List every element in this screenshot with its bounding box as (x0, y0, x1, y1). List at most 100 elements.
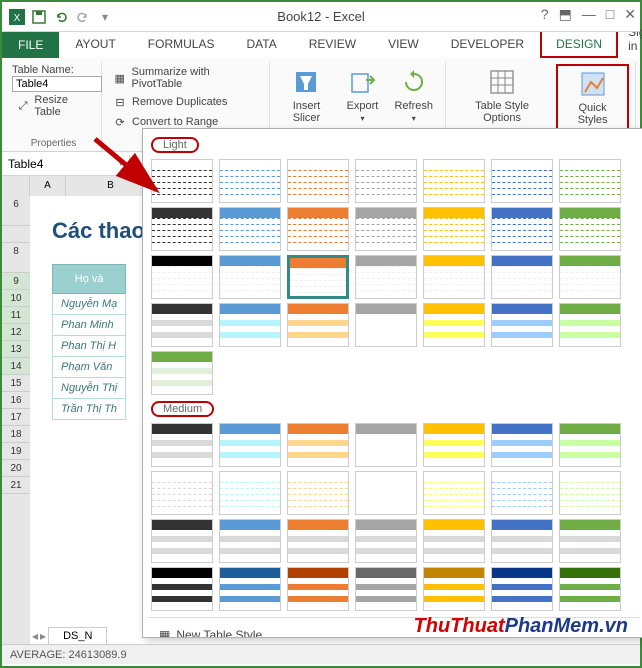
redo-icon[interactable] (74, 8, 92, 26)
style-swatch[interactable] (559, 159, 621, 203)
minimize-icon[interactable]: — (582, 6, 596, 23)
table-cell[interactable]: Phan Thị H (53, 336, 126, 357)
tab-layout[interactable]: AYOUT (59, 30, 131, 58)
maximize-icon[interactable]: □ (606, 6, 614, 23)
style-swatch[interactable] (491, 471, 553, 515)
style-swatch[interactable] (559, 423, 621, 467)
row-header[interactable]: 10 (2, 290, 30, 307)
tab-data[interactable]: DATA (230, 30, 292, 58)
style-swatch[interactable] (287, 423, 349, 467)
style-swatch[interactable] (423, 471, 485, 515)
tab-developer[interactable]: DEVELOPER (435, 30, 540, 58)
style-swatch[interactable] (355, 207, 417, 251)
row-header[interactable]: 8 (2, 243, 30, 273)
style-swatch[interactable] (219, 423, 281, 467)
style-swatch[interactable] (151, 159, 213, 203)
style-swatch[interactable] (491, 303, 553, 347)
summarize-pivot-button[interactable]: ▦ Summarize with PivotTable (108, 64, 263, 92)
style-swatch[interactable] (491, 519, 553, 563)
table-cell[interactable]: Nguyễn Mạ (53, 294, 126, 315)
style-swatch[interactable] (287, 255, 349, 299)
undo-icon[interactable] (52, 8, 70, 26)
style-swatch[interactable] (151, 423, 213, 467)
style-swatch[interactable] (219, 303, 281, 347)
col-a[interactable]: A (30, 176, 66, 196)
style-swatch[interactable] (423, 519, 485, 563)
style-swatch[interactable] (559, 471, 621, 515)
style-swatch[interactable] (219, 471, 281, 515)
tab-view[interactable]: VIEW (372, 30, 435, 58)
style-swatch[interactable] (151, 567, 213, 611)
help-icon[interactable]: ? (541, 6, 549, 23)
ribbon-options-icon[interactable]: ⬒ (559, 6, 572, 23)
tab-file[interactable]: FILE (2, 32, 59, 58)
table-cell[interactable]: Phạm Văn (53, 357, 126, 378)
row-header[interactable]: 20 (2, 460, 30, 477)
style-swatch[interactable] (423, 423, 485, 467)
style-swatch[interactable] (287, 159, 349, 203)
style-swatch[interactable] (491, 207, 553, 251)
row-header[interactable]: 11 (2, 307, 30, 324)
close-icon[interactable]: ✕ (624, 6, 636, 23)
style-swatch[interactable] (355, 303, 417, 347)
style-swatch[interactable] (287, 519, 349, 563)
row-header[interactable]: 13 (2, 341, 30, 358)
style-swatch[interactable] (491, 567, 553, 611)
chevron-down-icon[interactable]: ▾ (118, 158, 123, 169)
style-swatch[interactable] (151, 303, 213, 347)
row-header[interactable]: 14 (2, 358, 30, 375)
refresh-button[interactable]: Refresh ▾ (388, 64, 439, 125)
style-swatch[interactable] (491, 255, 553, 299)
style-swatch[interactable] (559, 207, 621, 251)
resize-table-button[interactable]: ⤢ Resize Table (12, 92, 95, 120)
style-swatch[interactable] (151, 255, 213, 299)
style-swatch[interactable] (559, 255, 621, 299)
row-header[interactable]: 15 (2, 375, 30, 392)
style-swatch[interactable] (355, 423, 417, 467)
select-all-corner[interactable] (2, 176, 30, 196)
tab-design[interactable]: DESIGN (540, 30, 618, 58)
row-header[interactable]: 18 (2, 426, 30, 443)
style-swatch[interactable] (423, 255, 485, 299)
table-cell[interactable]: Trần Thị Th (53, 399, 126, 420)
style-swatch[interactable] (559, 303, 621, 347)
row-header[interactable]: 9 (2, 273, 30, 290)
tab-nav-prev-icon[interactable]: ◂ (32, 629, 38, 643)
row-header[interactable]: 16 (2, 392, 30, 409)
row-header[interactable] (2, 226, 30, 243)
row-header[interactable]: 6 (2, 196, 30, 226)
style-swatch[interactable] (219, 159, 281, 203)
style-swatch[interactable] (559, 567, 621, 611)
name-box[interactable]: Table4 ▾ (2, 155, 130, 173)
style-swatch[interactable] (423, 207, 485, 251)
qat-dropdown-icon[interactable]: ▾ (96, 8, 114, 26)
style-swatch[interactable] (151, 471, 213, 515)
style-swatch[interactable] (287, 207, 349, 251)
style-swatch[interactable] (287, 303, 349, 347)
style-swatch[interactable] (151, 351, 213, 395)
save-icon[interactable] (30, 8, 48, 26)
style-swatch[interactable] (355, 567, 417, 611)
style-swatch[interactable] (355, 519, 417, 563)
style-swatch[interactable] (423, 303, 485, 347)
style-swatch[interactable] (355, 471, 417, 515)
tab-formulas[interactable]: FORMULAS (132, 30, 231, 58)
row-header[interactable]: 21 (2, 477, 30, 494)
export-button[interactable]: Export ▾ (340, 64, 384, 125)
row-header[interactable]: 17 (2, 409, 30, 426)
style-swatch[interactable] (423, 159, 485, 203)
style-swatch[interactable] (219, 207, 281, 251)
row-header[interactable]: 19 (2, 443, 30, 460)
row-header[interactable]: 12 (2, 324, 30, 341)
tab-nav-next-icon[interactable]: ▸ (40, 629, 46, 643)
style-swatch[interactable] (287, 567, 349, 611)
sheet-tab[interactable]: DS_N (48, 627, 107, 644)
style-swatch[interactable] (491, 159, 553, 203)
table-header[interactable]: Họ và (53, 265, 126, 294)
table-cell[interactable]: Phan Minh (53, 315, 126, 336)
style-swatch[interactable] (355, 255, 417, 299)
style-swatch[interactable] (219, 255, 281, 299)
table-cell[interactable]: Nguyễn Thị (53, 378, 126, 399)
style-swatch[interactable] (219, 519, 281, 563)
tab-review[interactable]: REVIEW (293, 30, 372, 58)
